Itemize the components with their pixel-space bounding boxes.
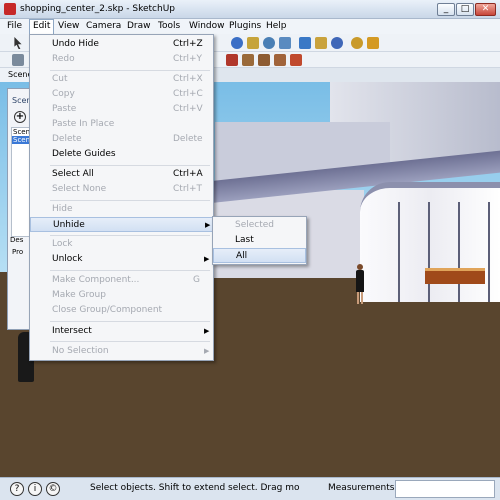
credits-icon[interactable]: © [46,482,60,496]
person-figure [355,264,365,304]
menu-item-delete-guides[interactable]: Delete Guides [30,147,213,162]
style-textured-icon[interactable] [274,54,286,66]
maximize-button[interactable]: □ [456,3,474,16]
eraser-tool-icon[interactable] [12,54,24,66]
front-view-icon[interactable] [331,37,343,49]
menu-separator [50,235,210,236]
menu-item-paste[interactable]: Paste Ctrl+V [30,102,213,117]
menu-draw[interactable]: Draw [124,19,154,34]
pan-tool-icon[interactable] [247,37,259,49]
menu-separator [50,200,210,201]
edit-menu-dropdown: Undo Hide Ctrl+Z Redo Ctrl+Y Cut Ctrl+X Cop… [29,34,214,361]
style-shaded-icon[interactable] [258,54,270,66]
menu-bar: File Edit View Camera Draw Tools Window … [0,19,500,34]
close-button[interactable]: ✕ [475,3,496,16]
menu-item-paste-in-place[interactable]: Paste In Place [30,117,213,132]
submenu-item-selected[interactable]: Selected [213,218,306,233]
menu-plugins[interactable]: Plugins [226,19,264,34]
scenes-tab[interactable]: Scene [0,68,32,82]
submenu-arrow-icon: ▶ [204,255,210,263]
menu-item-select-all[interactable]: Select All Ctrl+A [30,167,213,182]
menu-item-close-group[interactable]: Close Group/Component [30,303,213,318]
menu-window[interactable]: Window [186,19,228,34]
zoom-extents-icon[interactable] [279,37,291,49]
menu-separator [50,270,210,271]
submenu-arrow-icon: ▶ [205,221,211,229]
menu-view[interactable]: View [55,19,82,34]
menu-separator [50,70,210,71]
info-icon[interactable]: i [28,482,42,496]
menu-item-unlock[interactable]: Unlock ▶ [30,252,213,267]
window-mullions [370,202,495,302]
materials-icon[interactable] [351,37,363,49]
menu-camera[interactable]: Camera [83,19,124,34]
menu-item-select-none[interactable]: Select None Ctrl+T [30,182,213,197]
status-hint: Select objects. Shift to extend select. … [90,483,300,493]
iso-view-icon[interactable] [299,37,311,49]
components-icon[interactable] [367,37,379,49]
zoom-tool-icon[interactable] [263,37,275,49]
select-tool-icon[interactable] [14,37,22,49]
menu-separator [50,165,210,166]
orbit-tool-icon[interactable] [231,37,243,49]
help-icon[interactable]: ? [10,482,24,496]
food-counter [425,268,485,284]
scene-description-label: Des [10,236,24,244]
submenu-item-all[interactable]: All [213,248,306,263]
status-bar: ? i © Select objects. Shift to extend se… [0,477,500,500]
menu-help[interactable]: Help [263,19,290,34]
menu-item-lock[interactable]: Lock [30,237,213,252]
menu-item-copy[interactable]: Copy Ctrl+C [30,87,213,102]
menu-item-delete[interactable]: Delete Delete [30,132,213,147]
menu-item-make-component[interactable]: Make Component... G [30,273,213,288]
submenu-arrow-icon: ▶ [204,347,210,355]
scene-properties-label: Pro [12,248,24,256]
add-scene-icon[interactable]: + [14,111,26,123]
menu-item-no-selection[interactable]: No Selection ▶ [30,344,213,359]
menu-item-redo[interactable]: Redo Ctrl+Y [30,52,213,67]
unhide-submenu: Selected Last All [212,216,307,265]
menu-item-cut[interactable]: Cut Ctrl+X [30,72,213,87]
menu-edit[interactable]: Edit [29,19,55,34]
submenu-arrow-icon: ▶ [204,327,210,335]
menu-item-intersect[interactable]: Intersect ▶ [30,324,213,339]
menu-separator [50,321,210,322]
menu-file[interactable]: File [4,19,25,34]
window-title: shopping_center_2.skp - SketchUp [20,4,175,14]
measurements-input[interactable] [395,480,495,498]
sketchup-app-icon [4,3,16,15]
menu-item-make-group[interactable]: Make Group [30,288,213,303]
menu-separator [50,341,210,342]
menu-item-undo-hide[interactable]: Undo Hide Ctrl+Z [30,37,213,52]
menu-item-unhide[interactable]: Unhide ▶ [30,217,213,232]
measurements-label: Measurements [328,483,395,493]
top-view-icon[interactable] [315,37,327,49]
title-bar: shopping_center_2.skp - SketchUp _ □ ✕ [0,0,500,19]
menu-item-hide[interactable]: Hide [30,202,213,217]
submenu-item-last[interactable]: Last [213,233,306,248]
minimize-button[interactable]: _ [437,3,455,16]
menu-tools[interactable]: Tools [155,19,183,34]
style-monochrome-icon[interactable] [290,54,302,66]
shadow-settings-icon[interactable] [226,54,238,66]
style-wireframe-icon[interactable] [242,54,254,66]
